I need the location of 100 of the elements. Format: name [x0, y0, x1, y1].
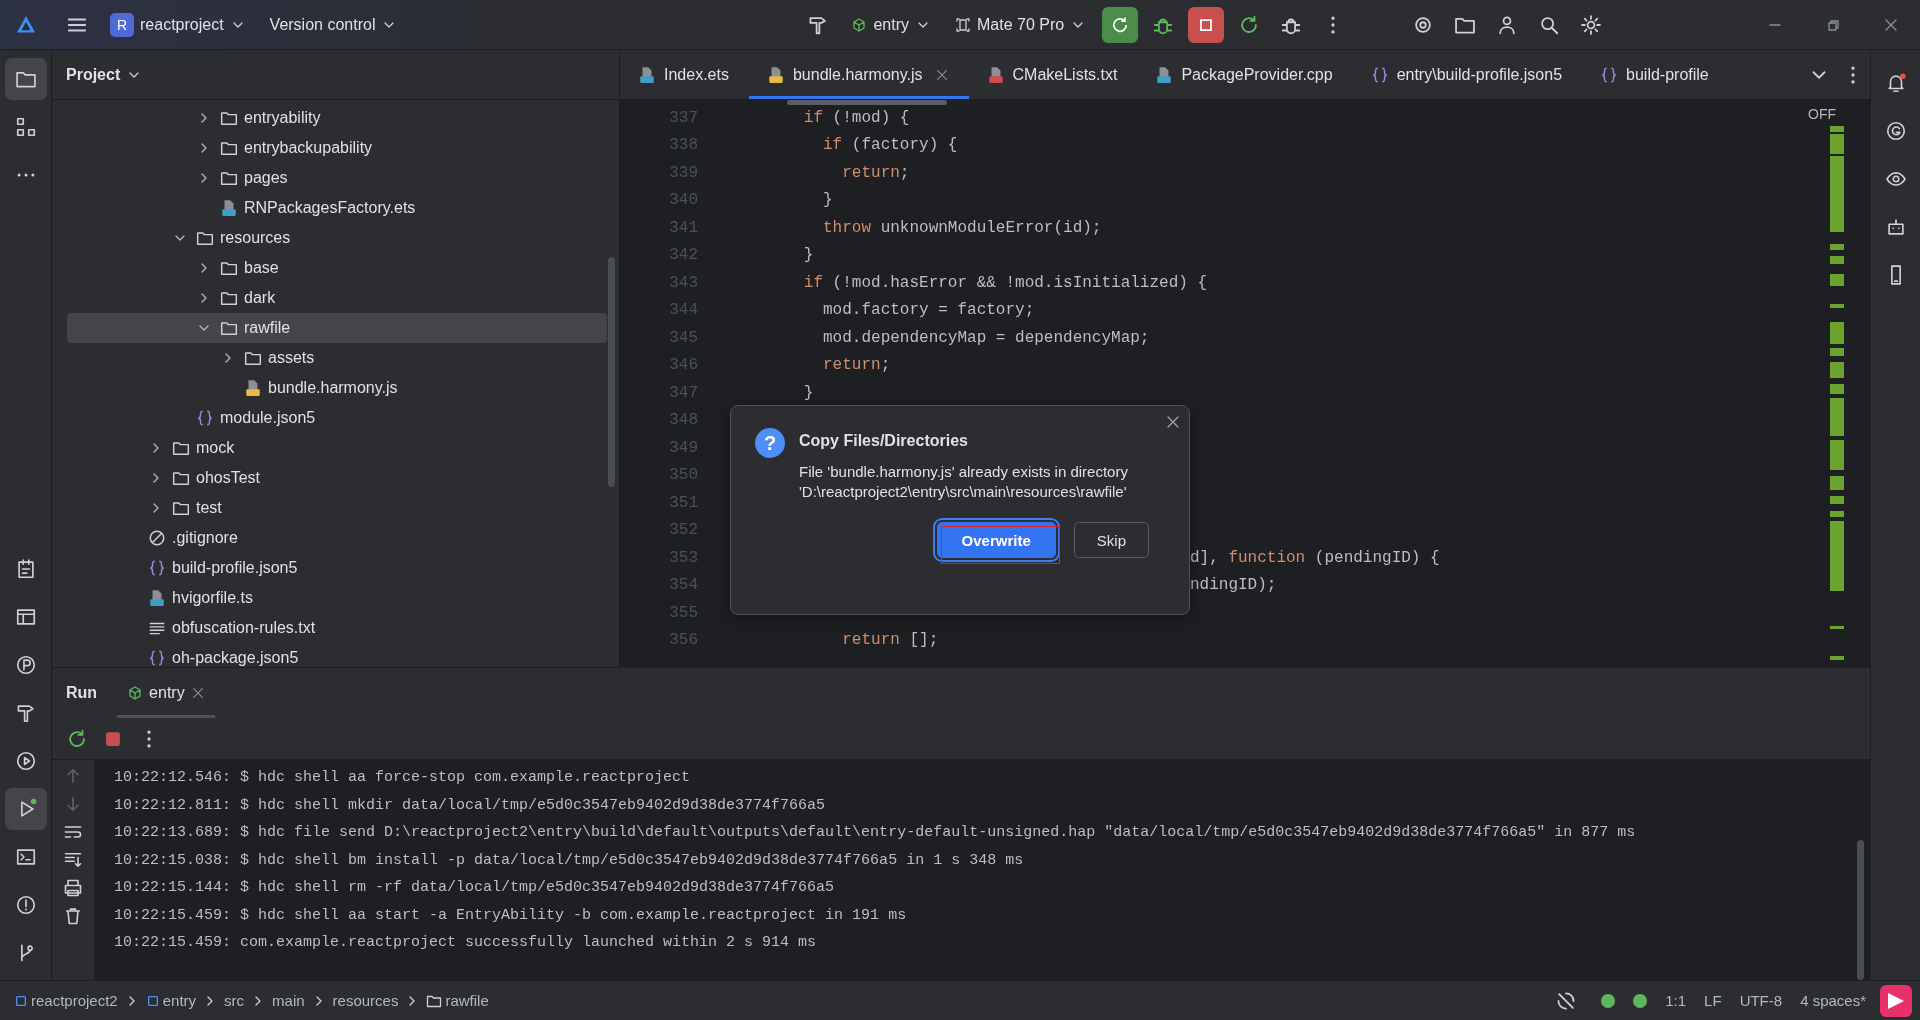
editor-tab[interactable]: PackageProvider.cpp	[1137, 50, 1353, 99]
tree-item[interactable]: bundle.harmony.js	[67, 373, 607, 403]
file-icon	[244, 379, 262, 397]
close-icon[interactable]	[934, 67, 949, 82]
tree-item[interactable]: build-profile.json5	[67, 553, 607, 583]
run-config-dropdown[interactable]: entry	[843, 11, 939, 38]
breadcrumb[interactable]: rawfile	[426, 992, 489, 1009]
tree-item[interactable]: rawfile	[67, 313, 607, 343]
tree-item[interactable]: .gitignore	[67, 523, 607, 553]
breadcrumb[interactable]: entry	[145, 992, 197, 1009]
tree-item[interactable]: assets	[67, 343, 607, 373]
run-icon[interactable]	[4, 788, 47, 830]
run-tab[interactable]: entry	[117, 668, 215, 718]
folder-icon	[172, 439, 190, 457]
file-encoding[interactable]: UTF-8	[1739, 992, 1783, 1009]
status-dot[interactable]	[1601, 993, 1616, 1008]
folder-icon	[244, 349, 262, 367]
code-line: throw unknownModuleError(id);	[822, 218, 1102, 237]
code-line: }	[802, 246, 814, 265]
log-line: 10:22:15.459: $ hdc shell aa start -a EntryAbility -b com.example.reactproject in 191 ms	[114, 905, 908, 926]
rerun-button[interactable]	[1102, 6, 1139, 43]
dialog-message: File 'bundle.harmony.js' already exists in directory 'D:\reactproject2\entry\src\main\resources\rawfile'	[799, 462, 1129, 502]
tree-item[interactable]: dark	[67, 283, 607, 313]
cube-icon	[851, 16, 868, 33]
editor-tab[interactable]: entry\build-profile.json5	[1352, 50, 1583, 99]
scrollbar-thumb[interactable]	[1857, 840, 1864, 980]
folder-icon	[196, 229, 214, 247]
log-line: 10:22:12.811: $ hdc shell mkdir data/local/tmp/e5d0c3547eb9402d9d38de3774f766a5	[114, 795, 827, 816]
code-line: ndingID);	[1190, 576, 1277, 595]
log-line: 10:22:15.144: $ hdc shell rm -rf data/local/tmp/e5d0c3547eb9402d9d38de3774f766a5	[114, 878, 836, 898]
folder-icon	[172, 469, 190, 487]
code-line: d], function (pendingID) {	[1190, 548, 1440, 567]
code-line: return;	[822, 356, 891, 375]
prohibited-icon	[148, 529, 166, 547]
tree-item[interactable]: mock	[67, 433, 607, 463]
folder-icon	[172, 499, 190, 517]
tree-item[interactable]: base	[67, 253, 607, 283]
dialog-title: Copy Files/Directories	[799, 432, 969, 450]
stop-button[interactable]	[1188, 6, 1225, 43]
braces-icon	[196, 409, 214, 427]
log-line: 10:22:15.459: com.example.reactproject successfully launched within 2 s 914 ms	[114, 933, 818, 953]
tree-item[interactable]: test	[67, 493, 607, 523]
status-dot[interactable]	[1633, 993, 1648, 1008]
project-view-dropdown[interactable]: Project	[58, 61, 151, 88]
tree-item[interactable]: entrybackupability	[67, 133, 607, 163]
folder-icon	[220, 169, 238, 187]
inspection-status[interactable]: OFF	[1808, 106, 1836, 122]
close-icon[interactable]	[190, 686, 205, 700]
braces-icon	[1600, 65, 1619, 84]
code-line: if (!mod.hasError && !mod.isInitialized) {	[802, 273, 1208, 292]
caret-position[interactable]: 1:1	[1665, 992, 1687, 1009]
secondary-button[interactable]: Skip	[1073, 522, 1149, 558]
cube-icon	[127, 685, 144, 701]
braces-icon	[148, 559, 166, 577]
code-line: mod.factory = factory;	[822, 301, 1035, 320]
module-icon	[145, 993, 160, 1008]
editor-tab[interactable]: bundle.harmony.js	[748, 50, 969, 99]
tree-item[interactable]: RNPackagesFactory.ets	[67, 193, 607, 223]
tree-item[interactable]: hvigorfile.ts	[67, 583, 607, 613]
scrollbar-thumb[interactable]	[608, 257, 615, 487]
app-icon[interactable]	[1880, 984, 1912, 1017]
file-icon	[1155, 65, 1174, 84]
tree-item[interactable]: oh-package.json5	[67, 643, 607, 667]
code-line: if (!mod) {	[802, 108, 910, 127]
code-line: mod.dependencyMap = dependencyMap;	[822, 328, 1150, 347]
tree-item[interactable]: module.json5	[67, 403, 607, 433]
editor-tab[interactable]: CMakeLists.txt	[968, 50, 1138, 99]
module-icon	[14, 993, 28, 1008]
breadcrumb[interactable]: main	[272, 992, 305, 1009]
file-icon	[220, 199, 238, 217]
editor-tab[interactable]: Index.ets	[620, 50, 749, 99]
breadcrumb[interactable]: reactproject2	[14, 992, 118, 1009]
line-separator[interactable]: LF	[1704, 992, 1722, 1009]
code-line: return [];	[841, 631, 939, 650]
folder-icon	[220, 289, 238, 307]
project-dropdown[interactable]: R reactproject	[102, 8, 254, 41]
scrollbar-thumb[interactable]	[787, 100, 947, 105]
file-icon	[986, 65, 1005, 84]
indent-setting[interactable]: 4 spaces*	[1800, 992, 1866, 1009]
folder-icon	[220, 109, 238, 127]
folder-icon[interactable]	[4, 58, 47, 100]
tree-item[interactable]: entryability	[67, 103, 607, 133]
folder-icon	[220, 319, 238, 337]
braces-icon	[148, 649, 166, 667]
tree-item[interactable]: pages	[67, 163, 607, 193]
log-line: 10:22:13.689: $ hdc file send D:\reactproject2\entry\build\default\outputs\default\entry-default-unsigned.hap "data/local/tmp/e5d0c3547eb9402d9d38de3774f766a5" in 877 ms	[114, 823, 1637, 843]
breadcrumb[interactable]: src	[224, 992, 245, 1009]
tree-item[interactable]: ohosTest	[67, 463, 607, 493]
breadcrumb[interactable]: resources	[332, 992, 399, 1009]
code-line: }	[822, 191, 833, 210]
device-dropdown[interactable]: Mate 70 Pro	[947, 11, 1095, 38]
braces-icon	[1370, 65, 1389, 84]
tree-item[interactable]: resources	[67, 223, 607, 253]
editor-tab[interactable]: build-profile	[1582, 50, 1729, 99]
vcs-dropdown[interactable]: Version control	[261, 11, 406, 38]
close-icon[interactable]	[1165, 414, 1181, 430]
file-icon	[766, 65, 785, 84]
question-icon: ?	[755, 428, 785, 458]
tree-item[interactable]: obfuscation-rules.txt	[67, 613, 607, 643]
code-line: return;	[841, 163, 910, 182]
